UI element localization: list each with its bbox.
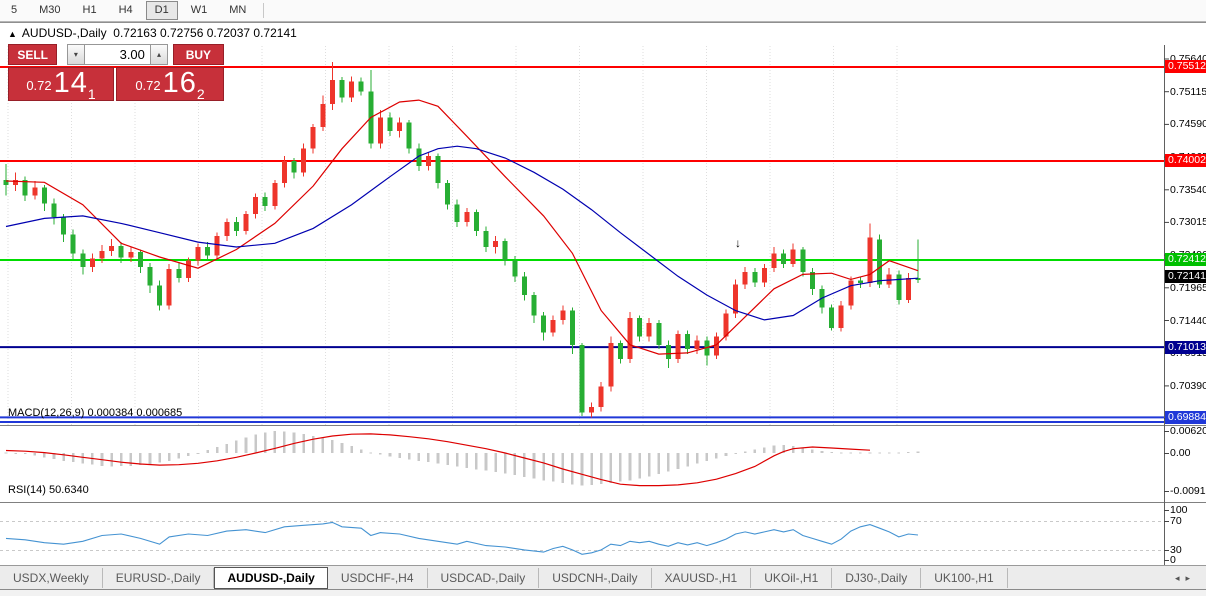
rsi-pane-title: RSI(14) 50.6340 bbox=[8, 484, 89, 496]
tab-scroll-right-icon: ▸ bbox=[1185, 573, 1196, 583]
buy-price-tile[interactable]: 0.72162 bbox=[116, 67, 224, 101]
tab-xauusd-h1[interactable]: XAUUSD-,H1 bbox=[652, 568, 752, 588]
chart-canvas[interactable] bbox=[0, 23, 1206, 596]
arrow-annotation: ↓ bbox=[735, 236, 741, 250]
timeframe-button-h1[interactable]: H1 bbox=[74, 1, 106, 20]
symbol-tab-bar: USDX,Weekly EURUSD-,Daily AUDUSD-,Daily … bbox=[0, 565, 1206, 590]
chart-title: ▲ AUDUSD-,Daily 0.72163 0.72756 0.72037 0… bbox=[8, 26, 297, 40]
one-click-trading-panel: SELL ▾ ▴ BUY 0.72141 0.72162 bbox=[8, 44, 224, 101]
chart-symbol-label: AUDUSD-,Daily bbox=[22, 26, 107, 40]
timeframe-button-d1[interactable]: D1 bbox=[146, 1, 178, 20]
tab-usdx-weekly[interactable]: USDX,Weekly bbox=[0, 568, 103, 588]
status-strip bbox=[0, 589, 1206, 596]
sell-price-point: 1 bbox=[88, 89, 96, 99]
chart-window: 0.756400.751150.745900.740650.735400.730… bbox=[0, 22, 1206, 549]
chart-ohlc-values: 0.72163 0.72756 0.72037 0.72141 bbox=[113, 26, 297, 40]
sell-price-pips: 14 bbox=[54, 68, 88, 99]
sell-price-tile[interactable]: 0.72141 bbox=[8, 67, 114, 101]
toolbar-separator bbox=[263, 3, 264, 18]
tab-ukoil-h1[interactable]: UKOil-,H1 bbox=[751, 568, 832, 588]
tab-dj30-daily[interactable]: DJ30-,Daily bbox=[832, 568, 921, 588]
tab-usdcnh-daily[interactable]: USDCNH-,Daily bbox=[539, 568, 651, 588]
buy-price-point: 2 bbox=[197, 89, 205, 99]
tab-eurusd-daily[interactable]: EURUSD-,Daily bbox=[103, 568, 215, 588]
timeframe-button-m5[interactable]: 5 bbox=[2, 1, 26, 20]
buy-price-pips: 16 bbox=[163, 68, 197, 99]
tab-scroll-left-icon: ◂ bbox=[1175, 573, 1186, 583]
volume-input[interactable] bbox=[85, 44, 150, 65]
collapse-panel-icon[interactable]: ▲ bbox=[8, 29, 17, 39]
buy-price-prefix: 0.72 bbox=[135, 73, 160, 99]
timeframe-button-mn[interactable]: MN bbox=[220, 1, 255, 20]
tab-scroll-arrows[interactable]: ◂▸ bbox=[1175, 573, 1196, 584]
tab-usdchf-h4[interactable]: USDCHF-,H4 bbox=[328, 568, 428, 588]
sell-price-prefix: 0.72 bbox=[26, 73, 51, 99]
timeframe-button-m30[interactable]: M30 bbox=[30, 1, 69, 20]
tab-audusd-daily[interactable]: AUDUSD-,Daily bbox=[214, 567, 327, 589]
volume-decrease-button[interactable]: ▾ bbox=[67, 44, 85, 65]
tab-uk100-h1[interactable]: UK100-,H1 bbox=[921, 568, 1007, 588]
trading-app-window: 5 M30 H1 H4 D1 W1 MN 0.756400.751150.745… bbox=[0, 0, 1206, 596]
timeframe-toolbar: 5 M30 H1 H4 D1 W1 MN bbox=[0, 0, 1206, 22]
tab-usdcad-daily[interactable]: USDCAD-,Daily bbox=[428, 568, 540, 588]
sell-button[interactable]: SELL bbox=[8, 44, 57, 65]
buy-button[interactable]: BUY bbox=[173, 44, 224, 65]
timeframe-button-h4[interactable]: H4 bbox=[110, 1, 142, 20]
macd-pane-title: MACD(12,26,9) 0.000384 0.000685 bbox=[8, 407, 182, 419]
timeframe-button-w1[interactable]: W1 bbox=[182, 1, 217, 20]
volume-increase-button[interactable]: ▴ bbox=[150, 44, 168, 65]
